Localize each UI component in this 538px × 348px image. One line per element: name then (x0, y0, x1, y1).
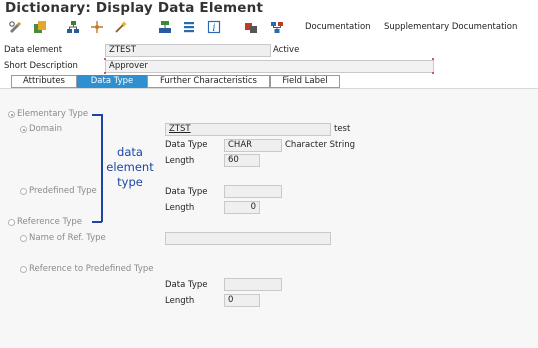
change-display-icon[interactable] (8, 20, 22, 34)
activate-icon[interactable] (158, 20, 172, 34)
hierarchy-icon[interactable] (66, 20, 80, 34)
ref-predefined-type-label: Reference to Predefined Type (29, 264, 154, 274)
ref-length-label: Length (165, 296, 195, 306)
tab-further-characteristics[interactable]: Further Characteristics (147, 75, 270, 88)
magic-wand-icon[interactable] (114, 20, 128, 34)
predefined-data-type-label: Data Type (165, 187, 208, 197)
svg-text:i: i (212, 23, 215, 34)
where-used-icon[interactable] (90, 20, 104, 34)
domain-length-label: Length (165, 156, 195, 166)
window-title: Dictionary: Display Data Element (5, 0, 264, 16)
ref-data-type-field (224, 278, 282, 291)
domain-data-type-description: Character String (285, 140, 356, 150)
name-of-ref-type-label: Name of Ref. Type (29, 233, 106, 243)
domain-length-field: 60 (224, 154, 260, 167)
domain-data-type-label: Data Type (165, 140, 208, 150)
info-icon[interactable]: i (207, 20, 221, 34)
domain-description: test (334, 124, 351, 134)
field-corner-mark (432, 72, 434, 74)
domain-field[interactable]: ZTST (165, 123, 331, 136)
annotation-bracket-bottom (92, 221, 102, 223)
elementary-type-radio[interactable] (8, 111, 15, 118)
field-corner-mark (104, 58, 106, 60)
predefined-length-field: 0 (224, 201, 260, 214)
predefined-type-radio[interactable] (20, 188, 27, 195)
predefined-type-label: Predefined Type (29, 186, 97, 196)
name-of-ref-type-radio[interactable] (20, 235, 27, 242)
other-object-icon[interactable] (33, 20, 47, 34)
annotation-text: data element type (105, 145, 155, 190)
annotation-line-3: type (117, 175, 143, 189)
tab-field-label[interactable]: Field Label (270, 75, 340, 88)
annotation-line-2: element (106, 160, 154, 174)
tab-data-type[interactable]: Data Type (77, 75, 147, 88)
domain-label: Domain (29, 124, 62, 134)
predefined-length-label: Length (165, 203, 195, 213)
reference-type-label: Reference Type (17, 217, 83, 227)
predefined-data-type-field (224, 185, 282, 198)
ref-data-type-label: Data Type (165, 280, 208, 290)
domain-radio[interactable] (20, 126, 27, 133)
status-text: Active (273, 45, 300, 55)
annotation-bracket-line (101, 114, 103, 222)
ref-length-field: 0 (224, 294, 260, 307)
supplementary-documentation-button[interactable]: Supplementary Documentation (384, 22, 517, 32)
annotation-line-1: data (117, 145, 143, 159)
ref-predefined-type-radio[interactable] (20, 266, 27, 273)
network-icon[interactable] (270, 20, 284, 34)
data-element-label: Data element (4, 45, 63, 55)
domain-data-type-field: CHAR (224, 139, 282, 152)
data-element-field[interactable]: ZTEST (105, 44, 271, 57)
short-description-field[interactable]: Approver (105, 60, 434, 73)
documentation-button[interactable]: Documentation (305, 22, 371, 32)
name-of-ref-type-field (165, 232, 331, 245)
transport-icon[interactable] (244, 20, 258, 34)
field-corner-mark (104, 72, 106, 74)
field-corner-mark (432, 58, 434, 60)
reference-type-radio[interactable] (8, 219, 15, 226)
short-description-label: Short Description (4, 61, 78, 71)
object-list-icon[interactable] (182, 20, 196, 34)
elementary-type-label: Elementary Type (17, 109, 89, 119)
tab-attributes[interactable]: Attributes (11, 75, 77, 88)
